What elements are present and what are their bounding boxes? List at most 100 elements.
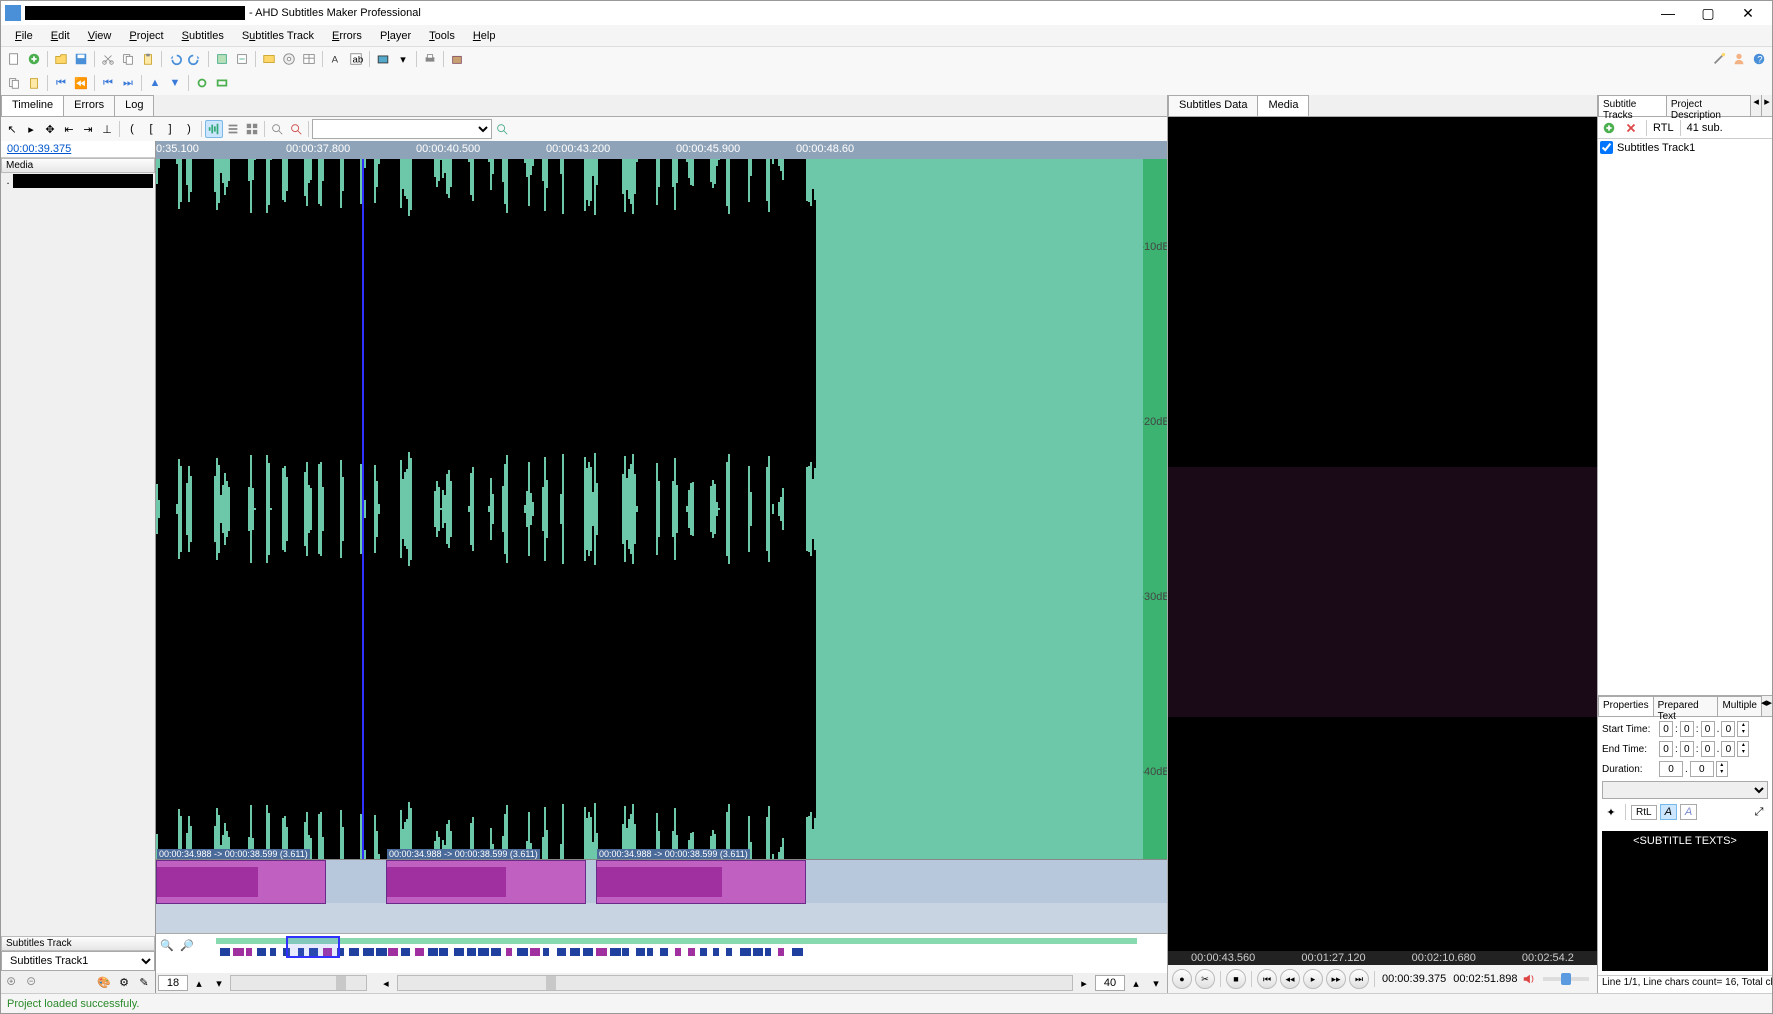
apply-filter-icon[interactable] bbox=[493, 120, 511, 138]
new-project-icon[interactable] bbox=[25, 50, 43, 68]
paste-small-icon[interactable] bbox=[25, 74, 43, 92]
start-m[interactable] bbox=[1680, 721, 1694, 737]
user-icon[interactable] bbox=[1730, 50, 1748, 68]
subtitle-track-row[interactable]: 00:00:34.988 -> 00:00:38.599 (3.611) 00:… bbox=[156, 859, 1167, 903]
end-s[interactable] bbox=[1701, 741, 1715, 757]
menu-file[interactable]: File bbox=[7, 28, 41, 44]
cut-icon[interactable] bbox=[99, 50, 117, 68]
open-icon[interactable] bbox=[52, 50, 70, 68]
volume-icon[interactable] bbox=[1522, 972, 1536, 986]
zoom-left-value[interactable] bbox=[158, 975, 188, 991]
video-preview[interactable] bbox=[1168, 117, 1597, 951]
track-settings-icon[interactable]: ⚙ bbox=[115, 973, 133, 991]
end-spin[interactable]: ▴▾ bbox=[1737, 741, 1749, 757]
bracket-left-icon[interactable]: [ bbox=[142, 120, 160, 138]
volume-slider[interactable] bbox=[1543, 977, 1589, 981]
menu-view[interactable]: View bbox=[80, 28, 120, 44]
view-list-icon[interactable] bbox=[224, 120, 242, 138]
tabs-scroll-right-icon[interactable]: ▸ bbox=[1761, 95, 1772, 116]
tab-timeline[interactable]: Timeline bbox=[1, 95, 64, 116]
trim-left-icon[interactable]: ⇤ bbox=[60, 120, 78, 138]
start-ms[interactable] bbox=[1721, 721, 1735, 737]
menu-subtitles-track[interactable]: Subtitles Track bbox=[234, 28, 322, 44]
subtitle-block[interactable]: 00:00:34.988 -> 00:00:38.599 (3.611) bbox=[596, 860, 806, 904]
bracket-close-icon[interactable]: ) bbox=[180, 120, 198, 138]
marker-down-icon[interactable]: ▼ bbox=[166, 74, 184, 92]
dur-spin[interactable]: ▴▾ bbox=[1716, 761, 1728, 777]
pointer-icon[interactable]: ↖ bbox=[3, 120, 21, 138]
menu-project[interactable]: Project bbox=[121, 28, 171, 44]
tab-subtitle-tracks[interactable]: Subtitle Tracks bbox=[1598, 95, 1667, 116]
record-button[interactable]: ● bbox=[1172, 969, 1192, 989]
waveform-canvas[interactable] bbox=[156, 159, 1143, 859]
view-waveform-icon[interactable] bbox=[205, 120, 223, 138]
tab-prepared-text[interactable]: Prepared Text bbox=[1653, 696, 1719, 716]
track-tool-icon[interactable]: ✎ bbox=[135, 973, 153, 991]
trim-right-icon[interactable]: ⇥ bbox=[79, 120, 97, 138]
next-button[interactable]: ⏭ bbox=[1349, 969, 1369, 989]
start-h[interactable] bbox=[1659, 721, 1673, 737]
zoom-in-icon[interactable] bbox=[3, 973, 21, 991]
wand-icon[interactable] bbox=[1710, 50, 1728, 68]
import-icon[interactable] bbox=[213, 50, 231, 68]
select-icon[interactable]: ▸ bbox=[22, 120, 40, 138]
menu-subtitles[interactable]: Subtitles bbox=[174, 28, 232, 44]
filter-select[interactable] bbox=[312, 119, 492, 139]
add-media-icon[interactable] bbox=[260, 50, 278, 68]
stop-button[interactable]: ■ bbox=[1226, 969, 1246, 989]
track-checkbox[interactable] bbox=[1600, 141, 1613, 154]
end-ms[interactable] bbox=[1721, 741, 1735, 757]
subtitle-block[interactable]: 00:00:34.988 -> 00:00:38.599 (3.611) bbox=[386, 860, 586, 904]
paste-icon[interactable] bbox=[139, 50, 157, 68]
prop-tabs-right-icon[interactable]: ▸ bbox=[1766, 696, 1772, 716]
undo-icon[interactable] bbox=[166, 50, 184, 68]
tab-project-description[interactable]: Project Description bbox=[1666, 95, 1751, 116]
rewind-icon[interactable]: ⏪ bbox=[72, 74, 90, 92]
end-h[interactable] bbox=[1659, 741, 1673, 757]
text-tool-icon[interactable]: A bbox=[327, 50, 345, 68]
zoom2-down-icon[interactable]: ▾ bbox=[1147, 974, 1165, 992]
overview-selection[interactable] bbox=[286, 936, 340, 958]
save-icon[interactable] bbox=[72, 50, 90, 68]
format-a-icon[interactable]: A bbox=[1660, 804, 1677, 820]
tabs-scroll-left-icon[interactable]: ◂ bbox=[1750, 95, 1761, 116]
remove-track-icon[interactable] bbox=[1622, 119, 1640, 137]
ov-zoom-out-icon[interactable]: 🔎 bbox=[178, 936, 196, 954]
prev-marker-icon[interactable]: ⏮ bbox=[99, 74, 117, 92]
printer-icon[interactable] bbox=[421, 50, 439, 68]
close-button[interactable]: ✕ bbox=[1728, 1, 1768, 25]
format-b-icon[interactable]: A bbox=[1680, 804, 1697, 820]
cut-button[interactable]: ✂ bbox=[1195, 969, 1215, 989]
tab-errors[interactable]: Errors bbox=[63, 95, 115, 116]
rewind-button[interactable]: ◂◂ bbox=[1280, 969, 1300, 989]
tab-media[interactable]: Media bbox=[1257, 95, 1309, 116]
style-select[interactable] bbox=[1602, 781, 1768, 799]
menu-errors[interactable]: Errors bbox=[324, 28, 370, 44]
tab-multiple[interactable]: Multiple bbox=[1717, 696, 1761, 716]
playhead[interactable] bbox=[362, 159, 364, 859]
end-m[interactable] bbox=[1680, 741, 1694, 757]
zoom-up-icon[interactable]: ▴ bbox=[190, 974, 208, 992]
prev-button[interactable]: ⏮ bbox=[1257, 969, 1277, 989]
zoom-region-icon[interactable] bbox=[287, 120, 305, 138]
horizontal-scrollbar[interactable] bbox=[397, 975, 1073, 991]
zoom-slider-left[interactable] bbox=[230, 975, 367, 991]
tab-log[interactable]: Log bbox=[114, 95, 154, 116]
time-ruler[interactable]: 0:35.100 00:00:37.800 00:00:40.500 00:00… bbox=[156, 141, 1167, 159]
new-icon[interactable] bbox=[5, 50, 23, 68]
tab-properties[interactable]: Properties bbox=[1598, 696, 1654, 716]
marker-up-icon[interactable]: ▲ bbox=[146, 74, 164, 92]
subtitle-block[interactable]: 00:00:34.988 -> 00:00:38.599 (3.611) bbox=[156, 860, 326, 904]
scroll-right-icon[interactable]: ▸ bbox=[1075, 974, 1093, 992]
menu-edit[interactable]: Edit bbox=[43, 28, 78, 44]
char-map-icon[interactable]: ab bbox=[347, 50, 365, 68]
scroll-left-icon[interactable]: ◂ bbox=[377, 974, 395, 992]
play-button[interactable]: ▸ bbox=[1303, 969, 1323, 989]
zoom-sel-icon[interactable] bbox=[268, 120, 286, 138]
current-time-link[interactable]: 00:00:39.375 bbox=[1, 141, 155, 158]
dur-s[interactable] bbox=[1659, 761, 1683, 777]
palette-icon[interactable]: 🎨 bbox=[95, 973, 113, 991]
track-item[interactable]: Subtitles Track1 bbox=[1600, 141, 1770, 154]
skip-back-icon[interactable]: ⏮ bbox=[52, 74, 70, 92]
overview-row[interactable]: 🔍 🔎 bbox=[156, 933, 1167, 973]
